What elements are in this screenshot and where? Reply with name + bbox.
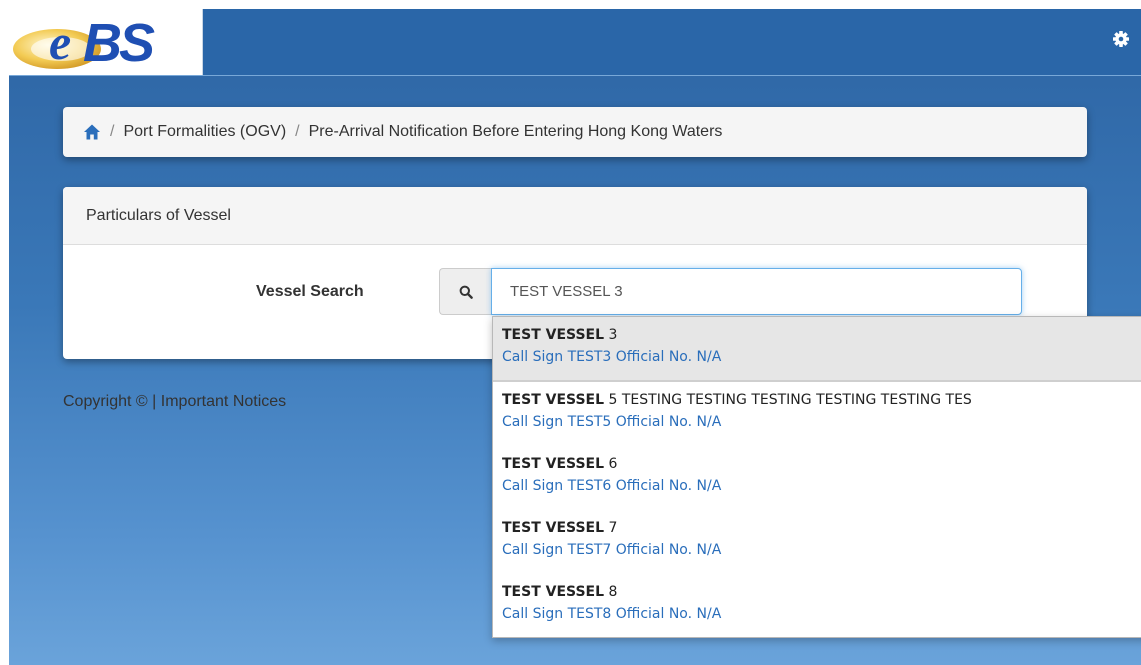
copyright-link[interactable]: Copyright © (63, 393, 148, 410)
ebs-logo[interactable]: e BS (9, 9, 203, 75)
svg-text:BS: BS (83, 13, 155, 73)
breadcrumb-item-pre-arrival: Pre-Arrival Notification Before Entering… (308, 123, 723, 140)
autocomplete-rest: 3 (604, 327, 618, 343)
svg-text:e: e (49, 14, 71, 70)
home-icon[interactable] (83, 123, 101, 141)
breadcrumb-separator: / (110, 123, 115, 140)
footer: Copyright © | Important Notices (63, 393, 286, 411)
autocomplete-match: TEST VESSEL (502, 327, 605, 343)
vessel-search-group (439, 268, 1022, 315)
gear-icon[interactable] (1111, 29, 1131, 49)
breadcrumb-item-port-formalities[interactable]: Port Formalities (OGV) (123, 123, 286, 141)
vessel-search-input[interactable] (491, 268, 1022, 315)
search-icon (459, 285, 473, 299)
autocomplete-match: TEST VESSEL (502, 584, 605, 600)
autocomplete-subtext: Call Sign TEST6 Official No. N/A (502, 478, 722, 494)
autocomplete-subtext: Call Sign TEST5 Official No. N/A (502, 414, 722, 430)
vessel-autocomplete-dropdown: TEST VESSEL 3 Call Sign TEST3 Official N… (492, 316, 1141, 638)
search-addon (439, 268, 491, 315)
panel-title: Particulars of Vessel (63, 187, 1087, 245)
autocomplete-item[interactable]: TEST VESSEL 8 Call Sign TEST8 Official N… (493, 574, 1141, 637)
autocomplete-rest: 6 (604, 456, 618, 472)
breadcrumb-separator: / (295, 123, 300, 140)
vessel-search-label: Vessel Search (256, 283, 364, 300)
autocomplete-match: TEST VESSEL (502, 392, 605, 408)
footer-separator: | (152, 393, 157, 410)
ebs-logo-mark: e BS (13, 13, 158, 73)
autocomplete-subtext: Call Sign TEST3 Official No. N/A (502, 349, 722, 365)
autocomplete-rest: 8 (604, 584, 618, 600)
autocomplete-rest: 7 (604, 520, 618, 536)
app-window: e BS / Port Formalities (OGV) / Pre-Arri… (9, 9, 1141, 665)
autocomplete-subtext: Call Sign TEST8 Official No. N/A (502, 606, 722, 622)
autocomplete-item[interactable]: TEST VESSEL 6 Call Sign TEST6 Official N… (493, 446, 1141, 510)
breadcrumb: / Port Formalities (OGV) / Pre-Arrival N… (63, 107, 1087, 157)
autocomplete-item[interactable]: TEST VESSEL 5 TESTING TESTING TESTING TE… (493, 382, 1141, 446)
important-notices-link[interactable]: Important Notices (161, 393, 286, 410)
autocomplete-match: TEST VESSEL (502, 520, 605, 536)
autocomplete-match: TEST VESSEL (502, 456, 605, 472)
autocomplete-rest: 5 TESTING TESTING TESTING TESTING TESTIN… (604, 392, 972, 408)
autocomplete-item[interactable]: TEST VESSEL 7 Call Sign TEST7 Official N… (493, 510, 1141, 574)
autocomplete-subtext: Call Sign TEST7 Official No. N/A (502, 542, 722, 558)
autocomplete-item[interactable]: TEST VESSEL 3 Call Sign TEST3 Official N… (493, 317, 1141, 382)
top-header: e BS (9, 9, 1141, 76)
